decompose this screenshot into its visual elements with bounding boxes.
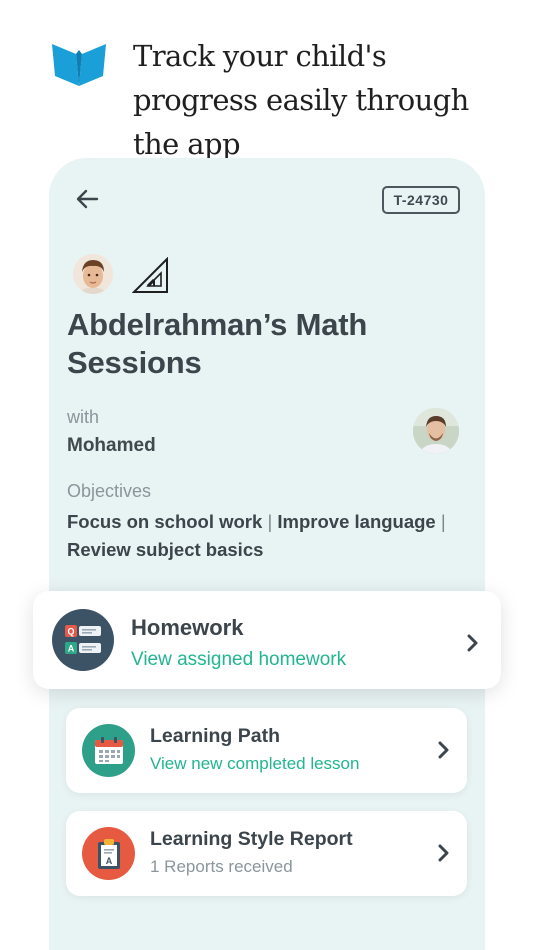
homework-link[interactable]: View assigned homework [131,649,346,671]
chevron-right-icon [438,844,450,862]
homework-title: Homework [131,615,244,640]
tutor-name: Mohamed [67,435,156,456]
back-arrow-icon[interactable] [74,185,102,213]
homework-card[interactable]: Q A Homework View assigned homework [33,591,501,689]
brand-logo-book-icon [50,40,108,90]
learning-path-link[interactable]: View new completed lesson [150,754,359,774]
with-label: with [67,407,100,427]
objective-item: Review subject basics [67,539,264,560]
objective-separator: | [267,511,273,532]
report-clipboard-icon: A [82,827,135,880]
reports-count-text: 1 Reports received [150,857,293,876]
headline: Track your child's progress easily throu… [133,39,469,161]
qa-icon: Q A [52,609,114,671]
objective-item: Focus on school work [67,511,263,532]
chevron-right-icon [467,634,479,652]
calendar-icon [82,724,135,777]
learning-path-card[interactable]: Learning Path View new completed lesson [66,708,467,793]
session-title: Abdelrahman’s Math Sessions [67,307,368,380]
objectives-label: Objectives [67,481,152,501]
session-code-badge: T-24730 [382,186,460,214]
learning-path-title: Learning Path [150,725,281,747]
svg-text:Q: Q [67,627,74,637]
objective-item: Improve language [277,511,436,532]
learning-style-report-card[interactable]: A Learning Style Report 1 Reports receiv… [66,811,467,896]
math-set-square-icon [131,256,170,295]
chevron-right-icon [438,741,450,759]
objective-separator: | [440,511,446,532]
tutor-avatar[interactable] [413,408,459,454]
svg-text:A: A [68,644,75,654]
child-avatar [73,254,113,294]
svg-text:A: A [105,856,112,866]
learning-style-title: Learning Style Report [150,828,353,850]
objectives-list: Focus on school work | Improve language … [67,508,467,564]
